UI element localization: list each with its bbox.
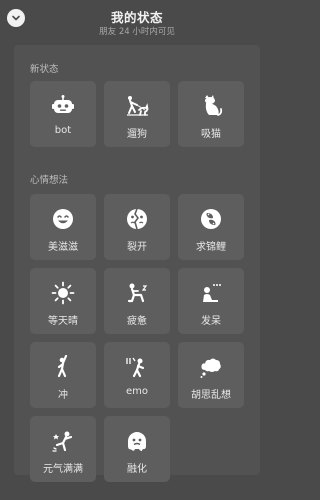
status-happy[interactable]: 美滋滋	[30, 194, 96, 260]
status-cracked[interactable]: 裂开	[104, 194, 170, 260]
status-label: 裂开	[127, 242, 147, 253]
energetic-person-icon	[52, 431, 73, 452]
status-energetic[interactable]: 元气满满	[30, 416, 96, 482]
status-panel: 新状态 bot 遛狗 吸猫 心情想法 美滋滋 裂开 求锦鲤 等天晴 疲惫 发呆 …	[14, 45, 260, 482]
status-cat[interactable]: 吸猫	[178, 81, 244, 147]
status-label: 等天晴	[48, 316, 78, 327]
tired-person-icon	[127, 283, 148, 303]
thought-cloud-icon	[200, 358, 221, 378]
page-title: 我的状态	[110, 10, 163, 25]
status-label: bot	[54, 125, 72, 136]
status-label: 疲惫	[127, 316, 147, 327]
robot-icon	[52, 95, 74, 113]
cat-icon	[205, 95, 223, 116]
daydream-person-icon	[203, 284, 221, 302]
walking-dog-icon	[127, 96, 149, 116]
sun-icon	[51, 281, 75, 305]
cracked-face-icon	[127, 208, 147, 230]
status-label: 冲	[58, 390, 68, 401]
status-rush[interactable]: 冲	[30, 342, 96, 408]
visibility-note: 朋友 24 小时内可见	[99, 27, 175, 37]
status-overthinking[interactable]: 胡思乱想	[178, 342, 244, 408]
section-title-new-status: 新状态	[30, 64, 59, 75]
status-walk-dog[interactable]: 遛狗	[104, 81, 170, 147]
status-daydream[interactable]: 发呆	[178, 268, 244, 334]
status-melting[interactable]: 融化	[104, 416, 170, 482]
header: 我的状态 朋友 24 小时内可见	[0, 0, 274, 44]
emo-person-icon	[126, 357, 145, 378]
rush-person-icon	[57, 355, 68, 378]
smile-face-icon	[53, 209, 73, 229]
status-label: 遛狗	[127, 129, 147, 140]
status-koi[interactable]: 求锦鲤	[178, 194, 244, 260]
status-emo[interactable]: emo	[104, 342, 170, 408]
status-label: 求锦鲤	[196, 242, 226, 253]
status-label: 发呆	[201, 316, 221, 327]
status-label: 美滋滋	[48, 242, 78, 253]
status-label: 吸猫	[201, 129, 221, 140]
status-waiting-sun[interactable]: 等天晴	[30, 268, 96, 334]
koi-icon	[201, 209, 221, 229]
status-label: 融化	[127, 464, 147, 475]
section-title-mood: 心情想法	[30, 175, 69, 186]
status-tired[interactable]: 疲惫	[104, 268, 170, 334]
status-bot[interactable]: bot	[30, 81, 96, 147]
status-label: emo	[125, 386, 148, 397]
melting-face-icon	[128, 432, 146, 451]
status-label: 胡思乱想	[191, 390, 231, 401]
status-label: 元气满满	[43, 464, 83, 475]
